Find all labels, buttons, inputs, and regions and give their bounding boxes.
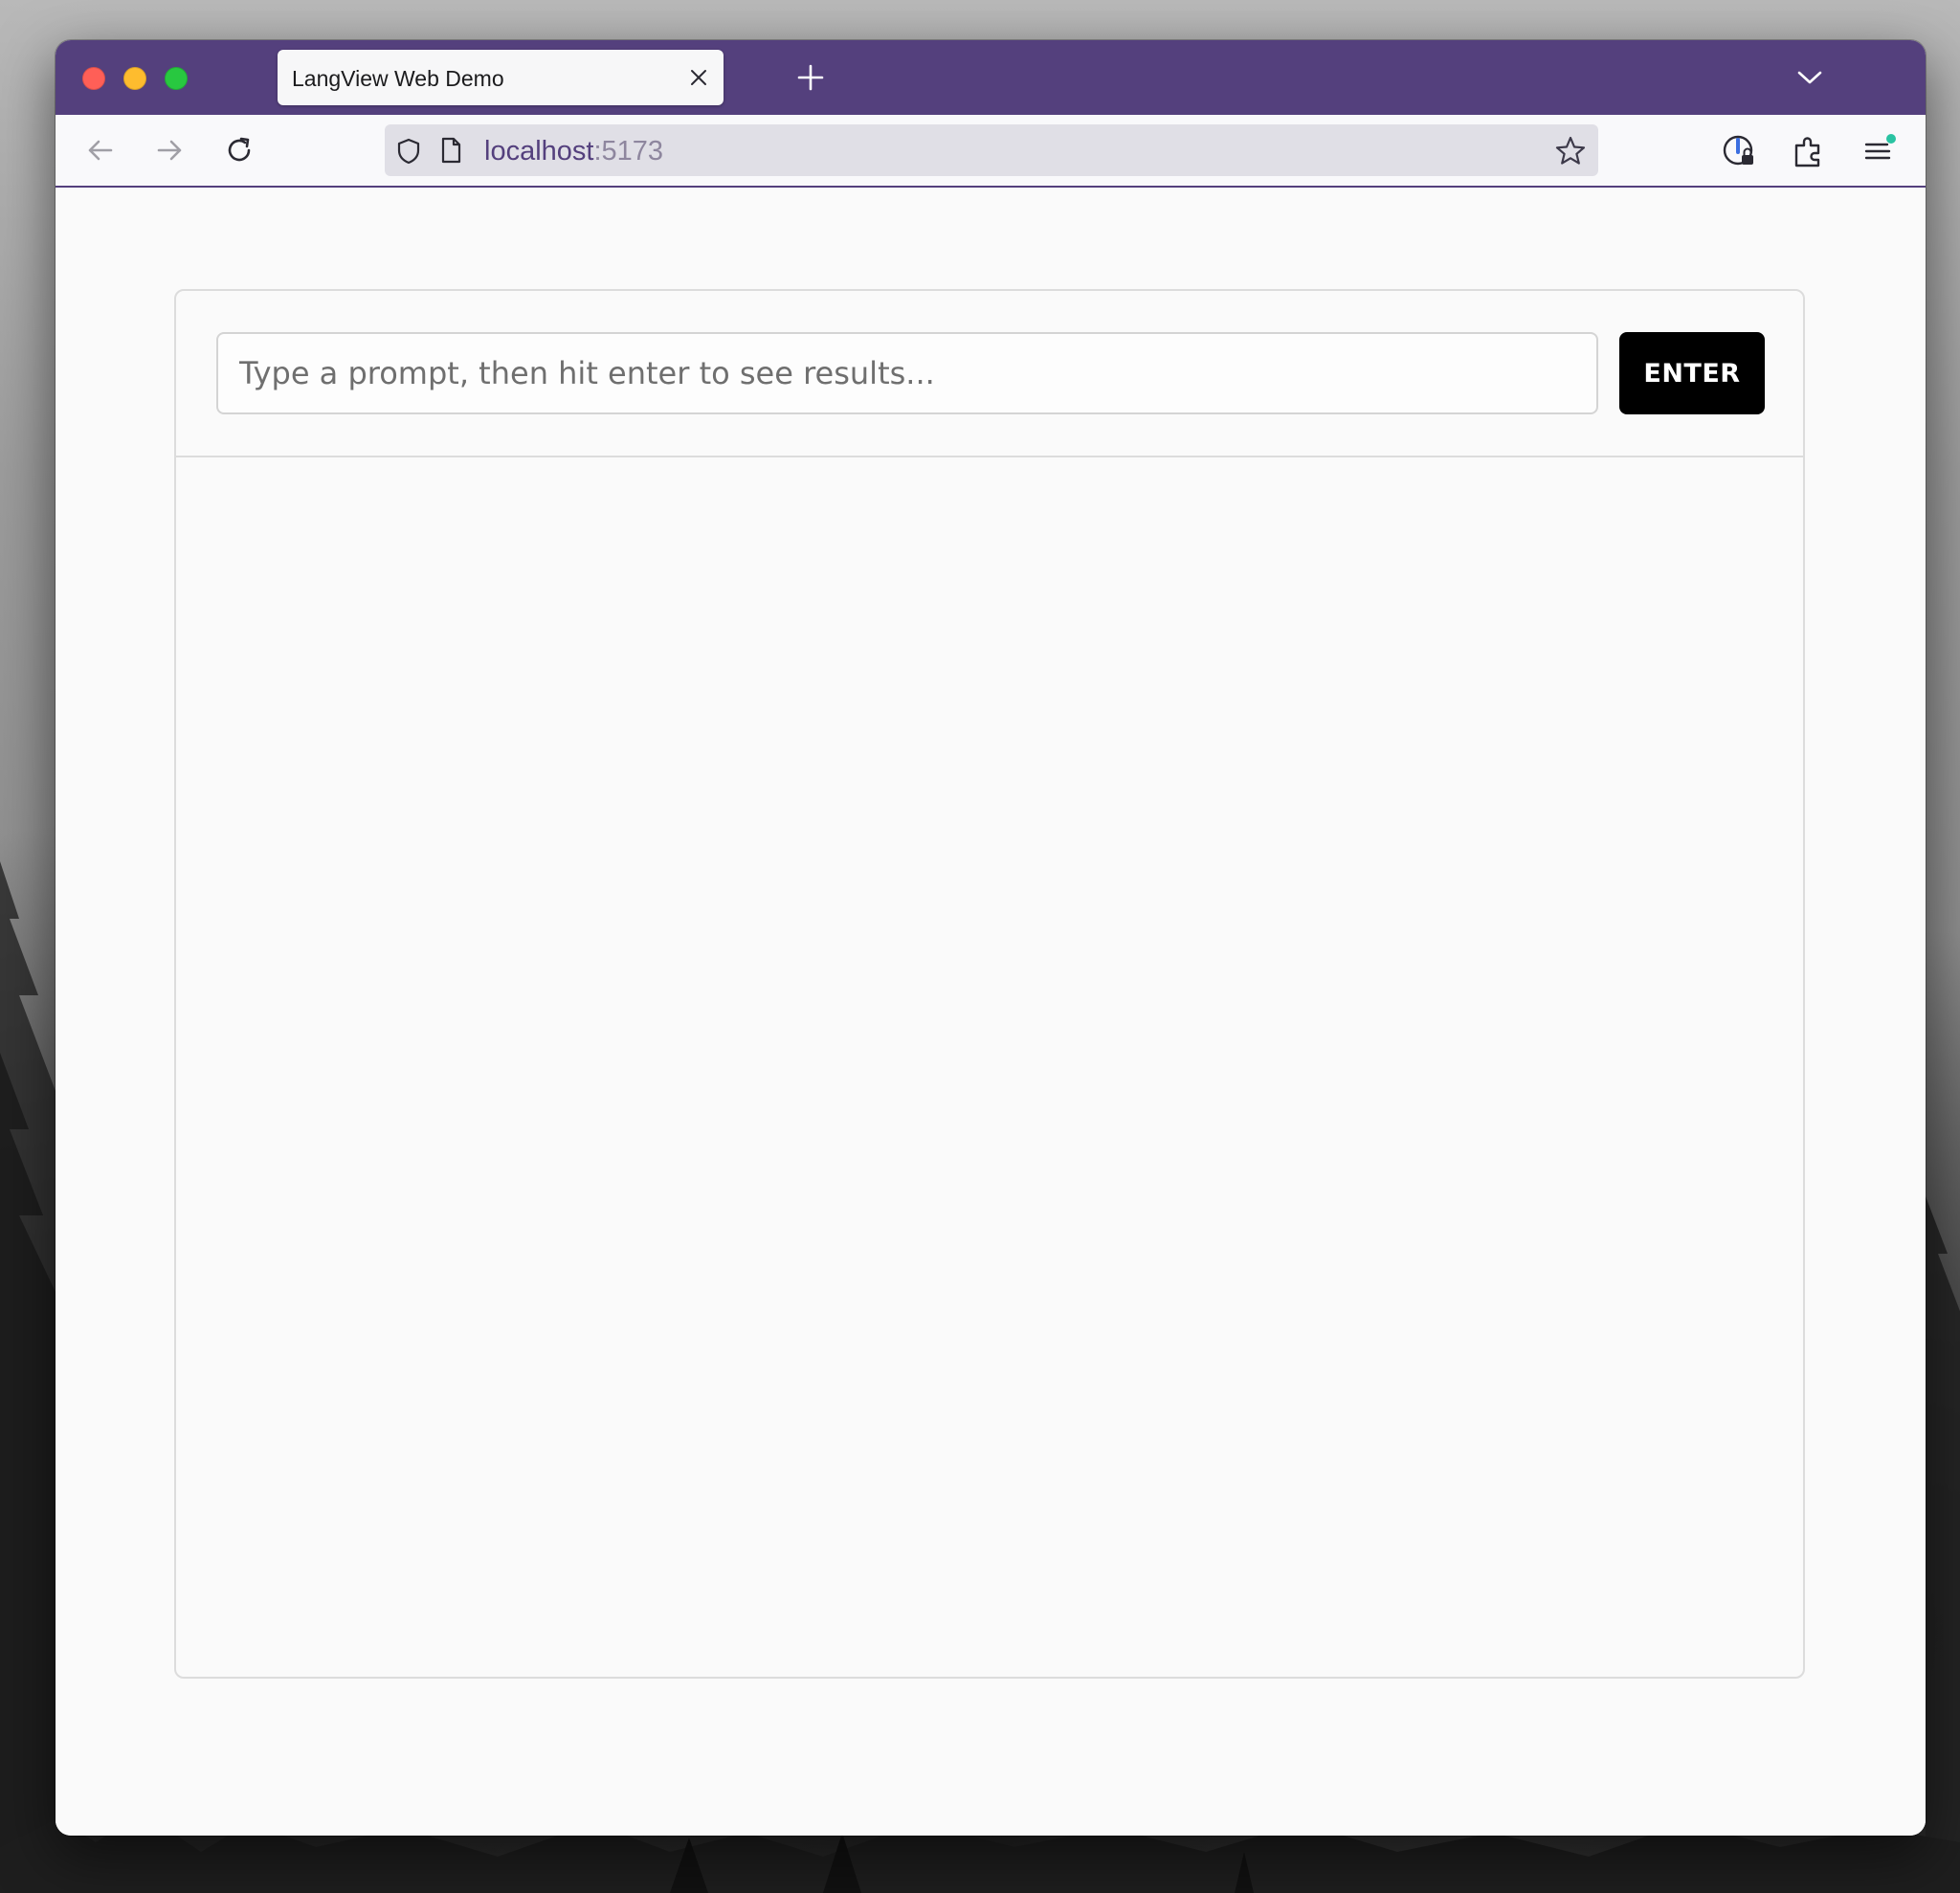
chevron-down-icon[interactable]: [1793, 61, 1826, 94]
maximize-window-button[interactable]: [165, 67, 188, 90]
tab-active[interactable]: LangView Web Demo: [278, 50, 724, 105]
tab-title: LangView Web Demo: [292, 66, 504, 91]
close-window-button[interactable]: [82, 67, 105, 90]
hamburger-menu-icon[interactable]: [1859, 132, 1897, 170]
tab-bar: LangView Web Demo: [56, 40, 1926, 115]
plus-icon[interactable]: [794, 61, 827, 94]
enter-button[interactable]: ENTER: [1619, 332, 1765, 414]
url-text: localhost:5173: [484, 136, 663, 167]
url-host: localhost: [484, 136, 594, 167]
address-bar[interactable]: localhost:5173: [385, 124, 1598, 176]
url-port: :5173: [593, 136, 664, 167]
shield-icon[interactable]: [394, 137, 423, 166]
results-area: [176, 457, 1803, 1677]
minimize-window-button[interactable]: [123, 67, 146, 90]
arrow-right-icon[interactable]: [151, 132, 188, 168]
prompt-bar: ENTER: [176, 291, 1803, 457]
prompt-card: ENTER: [174, 289, 1805, 1679]
close-icon[interactable]: [687, 66, 710, 89]
navigation-toolbar: localhost:5173: [56, 115, 1926, 188]
star-icon[interactable]: [1554, 135, 1587, 167]
vpn-lock-icon[interactable]: [1721, 132, 1759, 170]
browser-window: LangView Web Demo localhost:5173 Type a …: [56, 40, 1926, 1836]
page-icon[interactable]: [436, 136, 465, 165]
puzzle-icon[interactable]: [1790, 132, 1828, 170]
arrow-left-icon[interactable]: [82, 132, 119, 168]
page-content: ENTER: [56, 188, 1926, 1836]
prompt-input[interactable]: [216, 332, 1598, 414]
reload-icon[interactable]: [221, 132, 257, 168]
